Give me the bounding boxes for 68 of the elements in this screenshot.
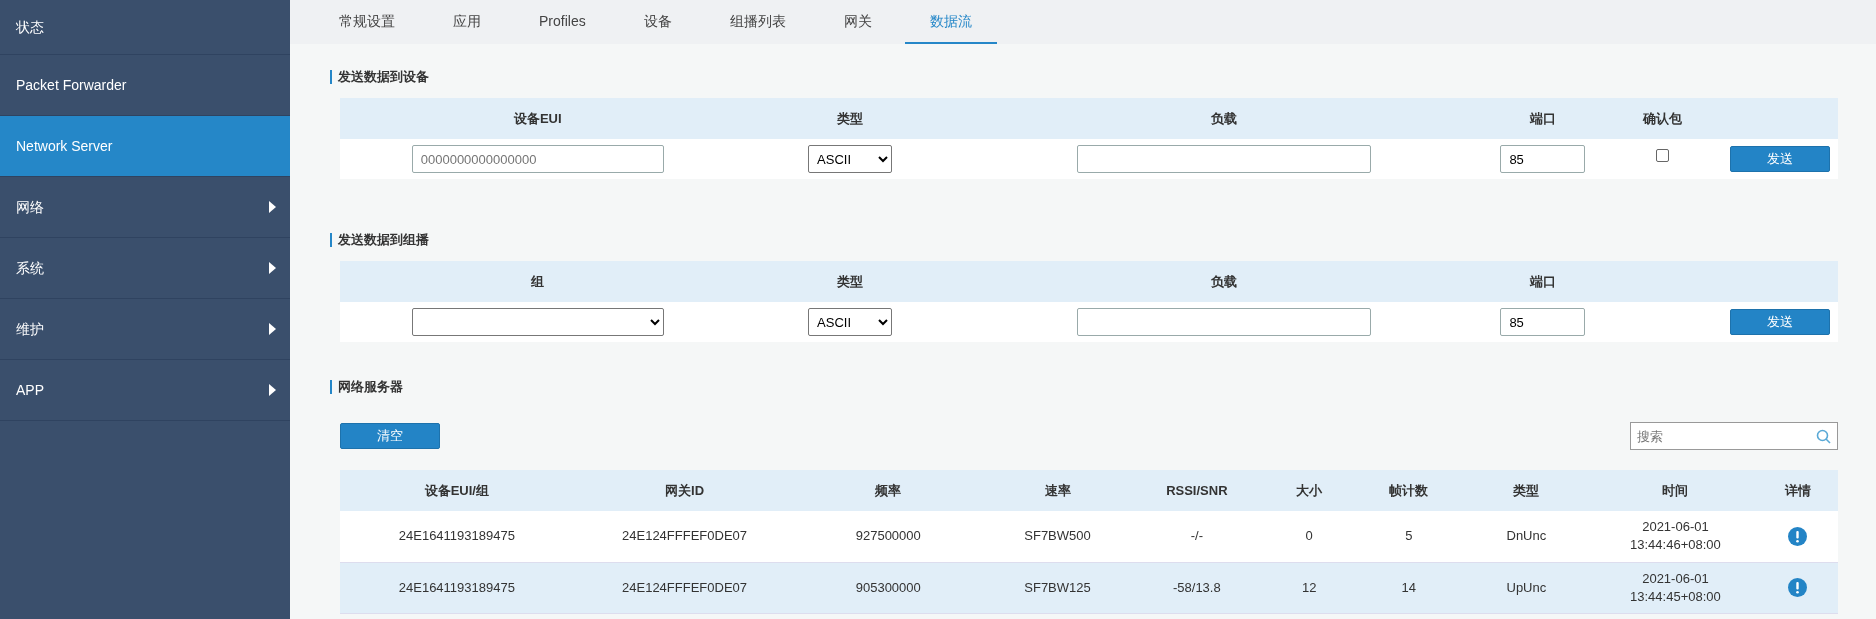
table-cell: 24E124FFFEF0DE07: [622, 528, 748, 544]
send-button[interactable]: 发送: [1730, 309, 1831, 335]
input-field[interactable]: [1076, 308, 1371, 336]
column-header: 类型: [837, 110, 864, 126]
column-header: 类型: [1513, 482, 1540, 498]
table-cell: SF7BW500: [1024, 528, 1091, 544]
column-header: 网关ID: [665, 482, 705, 498]
section-title: 发送数据到组播: [330, 233, 429, 247]
table-cell: UpUnc: [1506, 579, 1547, 595]
tab[interactable]: 网关: [818, 0, 897, 44]
table-cell: SF7BW125: [1024, 579, 1091, 595]
type-dropdown[interactable]: ASCII: [808, 145, 893, 173]
sidebar-item[interactable]: Network Server: [0, 116, 290, 177]
info-icon[interactable]: [1788, 578, 1808, 598]
table-cell: 14: [1401, 579, 1416, 595]
table-cell: -/-: [1190, 528, 1203, 544]
column-header: 负载: [1210, 110, 1237, 126]
table-cell: 12: [1301, 579, 1317, 595]
input-field[interactable]: [1076, 145, 1371, 173]
table-cell: 927500000: [855, 528, 921, 544]
table-cell: 0: [1305, 528, 1313, 544]
send-button[interactable]: 发送: [1730, 146, 1831, 172]
section-title: 发送数据到设备: [330, 70, 429, 84]
column-header: 频率: [875, 482, 902, 498]
column-header: 设备EUI: [513, 110, 562, 126]
input-field[interactable]: 0000000000000000: [411, 145, 664, 173]
tab[interactable]: 数据流: [904, 0, 997, 44]
table-cell: 905300000: [855, 579, 921, 595]
info-icon[interactable]: [1788, 526, 1808, 546]
column-header: 组: [531, 273, 545, 289]
sidebar-item[interactable]: APP: [0, 360, 290, 421]
column-header: 详情: [1784, 482, 1811, 498]
sidebar-item[interactable]: 系统: [0, 238, 290, 299]
column-header: 速率: [1044, 482, 1071, 498]
section-title: 网络服务器: [330, 380, 403, 394]
table-cell: DnUnc: [1506, 528, 1547, 544]
table-cell: 24E1641193189475: [398, 579, 515, 595]
table-cell: 5: [1405, 528, 1413, 544]
type-dropdown[interactable]: ASCII: [808, 308, 893, 336]
table-cell: 24E124FFFEF0DE07: [622, 579, 748, 595]
column-header: 端口: [1529, 273, 1556, 289]
tab[interactable]: Profiles: [514, 0, 611, 44]
table-cell: -58/13.8: [1173, 579, 1221, 595]
column-header: RSSI/SNR: [1166, 482, 1228, 498]
tab[interactable]: 组播列表: [704, 0, 811, 44]
column-header: 大小: [1296, 482, 1323, 498]
column-header: 确认包: [1643, 110, 1683, 126]
sidebar-item[interactable]: 网络: [0, 177, 290, 238]
table-cell: 24E1641193189475: [398, 528, 515, 544]
tab[interactable]: 设备: [618, 0, 697, 44]
tab[interactable]: 常规设置: [314, 0, 420, 44]
group-dropdown[interactable]: [411, 308, 664, 336]
input-field[interactable]: 85: [1500, 308, 1586, 336]
column-header: 时间: [1662, 482, 1689, 498]
column-header: 端口: [1529, 110, 1556, 126]
checkbox[interactable]: [1656, 149, 1670, 163]
column-header: 帧计数: [1389, 482, 1429, 498]
clear-button[interactable]: 清空: [340, 423, 440, 449]
column-header: 类型: [837, 273, 864, 289]
time-cell-text: 2021-06-01 13:44:46+08:00: [1629, 518, 1722, 555]
column-header: 设备EUI/组: [424, 482, 489, 498]
search-icon[interactable]: [1816, 429, 1831, 444]
search-field[interactable]: 搜索: [1630, 422, 1838, 450]
time-cell-text: 2021-06-01 13:44:45+08:00: [1629, 569, 1722, 606]
column-header: 负载: [1210, 273, 1237, 289]
sidebar-item[interactable]: 维护: [0, 299, 290, 360]
input-field[interactable]: 85: [1500, 145, 1586, 173]
tab[interactable]: 应用: [428, 0, 506, 44]
